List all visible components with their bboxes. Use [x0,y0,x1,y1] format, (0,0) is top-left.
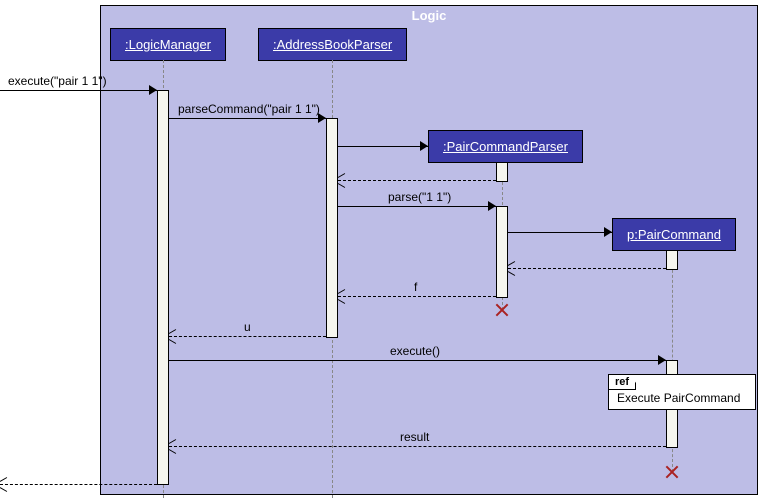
arrow-parsecommand [169,118,326,119]
lifeline-paircommandparser: :PairCommandParser [428,130,583,163]
arrow-return-create-pcp [338,180,496,181]
arrowhead-parse [488,201,496,211]
ref-tag: ref [609,375,636,390]
lifeline-label: p:PairCommand [627,227,721,242]
arrow-return-create-pc [508,268,666,269]
arrow-return-u [169,336,326,337]
activation-pcp-1 [496,162,508,182]
lifeline-logicmanager: :LogicManager [110,28,226,61]
ref-fragment: ref Execute PairCommand [608,374,756,410]
arrow-return-out [0,484,157,485]
activation-pc-1 [666,250,678,270]
arrowhead-create-pc [604,227,612,237]
lifeline-paircommand: p:PairCommand [612,218,736,251]
msg-return-f: f [414,280,417,294]
lifeline-label: :AddressBookParser [273,37,392,52]
msg-parsecommand: parseCommand("pair 1 1") [178,102,320,116]
arrow-return-f [338,296,496,297]
arrowhead-execute [658,355,666,365]
arrow-return-result [169,446,666,447]
arrow-execute-in [0,90,157,91]
msg-execute-in: execute("pair 1 1") [8,74,107,88]
frame-title: Logic [406,6,453,25]
lifeline-label: :PairCommandParser [443,139,568,154]
lifeline-addressbookparser: :AddressBookParser [258,28,407,61]
arrowhead-create-pcp [420,141,428,151]
arrowhead-execute-in [149,85,157,95]
activation-pcp-2 [496,206,508,298]
msg-return-result: result [400,430,429,444]
activation-lm [157,90,169,485]
activation-abp [326,118,338,338]
msg-execute: execute() [390,344,440,358]
lifeline-label: :LogicManager [125,37,211,52]
destroy-pc [664,464,680,480]
msg-parse: parse("1 1") [388,190,451,204]
arrow-execute [169,360,666,361]
arrow-parse [338,206,496,207]
ref-text: Execute PairCommand [617,391,740,405]
destroy-pcp [494,302,510,318]
msg-return-u: u [244,320,251,334]
arrow-create-pc [508,232,612,233]
arrow-create-pcp [338,146,428,147]
